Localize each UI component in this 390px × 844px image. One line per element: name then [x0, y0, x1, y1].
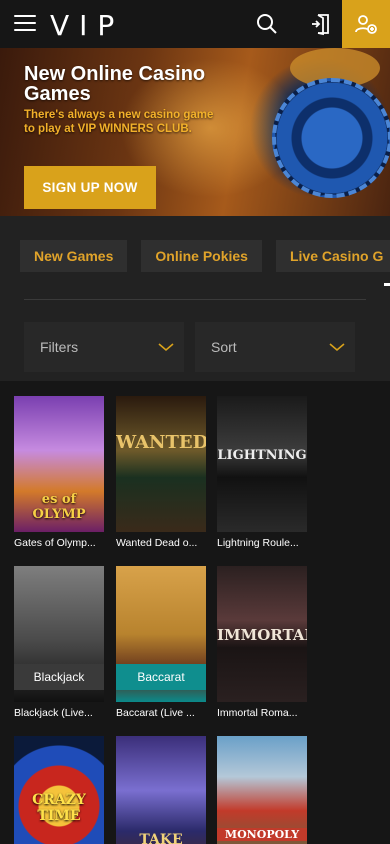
game-tile-gates-of-olympus[interactable]: es of OLYMP Gates of Olymp...	[14, 396, 104, 549]
game-art-text: es of OLYMP	[32, 492, 86, 522]
casino-chip-graphic	[272, 78, 390, 198]
category-section: New Games Online Pokies Live Casino G Fi…	[0, 216, 390, 381]
game-thumbnail[interactable]: CRAZY TIME	[14, 736, 104, 844]
category-chip-online-pokies[interactable]: Online Pokies	[141, 240, 262, 272]
top-header: VIP	[0, 0, 390, 48]
game-tile-wanted-dead-or-a-wild[interactable]: WANTED Wanted Dead o...	[116, 396, 206, 549]
banner-title: New Online Casino Games	[24, 63, 206, 105]
game-tile-zeus-take[interactable]: TAKE	[116, 736, 206, 844]
sign-up-button[interactable]: SIGN UP NOW	[24, 166, 156, 209]
banner-subtitle: There's always a new casino game to play…	[24, 109, 214, 135]
category-chip-row[interactable]: New Games Online Pokies Live Casino G	[20, 240, 390, 272]
game-tile-blackjack-live[interactable]: Blackjack Blackjack (Live...	[14, 566, 104, 719]
game-thumbnail[interactable]: LIGHTNING	[217, 396, 307, 532]
category-chip-new-games[interactable]: New Games	[20, 240, 128, 272]
game-thumbnail[interactable]: WANTED	[116, 396, 206, 532]
game-thumbnail[interactable]: MONOPOLY	[217, 736, 307, 844]
game-art-text: IMMORTAL	[217, 626, 307, 644]
game-art-text: MONOPOLY	[217, 828, 307, 841]
game-name: Wanted Dead o...	[116, 537, 198, 549]
filters-label: Filters	[40, 339, 79, 355]
game-tile-monopoly[interactable]: MONOPOLY	[217, 736, 307, 844]
game-art-text: TAKE	[139, 832, 183, 844]
game-thumbnail[interactable]: es of OLYMP	[14, 396, 104, 532]
game-tile-crazy-time[interactable]: CRAZY TIME	[14, 736, 104, 844]
chevron-down-icon	[158, 343, 174, 352]
vip-logo[interactable]: VIP	[50, 9, 124, 42]
chevron-down-icon	[329, 343, 345, 352]
section-divider	[24, 299, 366, 300]
game-art-text: WANTED	[116, 432, 206, 453]
game-name: Lightning Roule...	[217, 537, 299, 549]
login-icon[interactable]	[309, 12, 333, 36]
register-user-icon	[355, 15, 377, 34]
game-name: Immortal Roma...	[217, 707, 298, 719]
category-chip-live-casino[interactable]: Live Casino G	[275, 240, 390, 272]
game-name: Gates of Olymp...	[14, 537, 96, 549]
game-art-text: LIGHTNING	[217, 448, 307, 463]
register-button[interactable]	[342, 0, 390, 48]
hamburger-menu-icon[interactable]	[14, 15, 36, 33]
game-art-text: Blackjack	[14, 664, 104, 690]
game-name: Blackjack (Live...	[14, 707, 93, 719]
sort-dropdown[interactable]: Sort	[195, 322, 355, 372]
game-tile-immortal-romance[interactable]: IMMORTAL Immortal Roma...	[217, 566, 307, 719]
scroll-indicator	[384, 283, 390, 286]
game-name: Baccarat (Live ...	[116, 707, 195, 719]
search-icon[interactable]	[255, 12, 279, 36]
filters-dropdown[interactable]: Filters	[24, 322, 184, 372]
sort-label: Sort	[211, 339, 237, 355]
promo-banner: New Online Casino Games There's always a…	[0, 48, 390, 216]
game-thumbnail[interactable]: IMMORTAL	[217, 566, 307, 702]
game-thumbnail[interactable]: Baccarat	[116, 566, 206, 702]
game-thumbnail[interactable]: Blackjack	[14, 566, 104, 702]
game-thumbnail[interactable]: TAKE	[116, 736, 206, 844]
game-grid: es of OLYMP Gates of Olymp... WANTED Wan…	[0, 381, 390, 844]
game-tile-lightning-roulette[interactable]: LIGHTNING Lightning Roule...	[217, 396, 307, 549]
game-tile-baccarat-live[interactable]: Baccarat Baccarat (Live ...	[116, 566, 206, 719]
game-art-text: Baccarat	[116, 664, 206, 690]
game-art-text: CRAZY TIME	[32, 792, 86, 824]
